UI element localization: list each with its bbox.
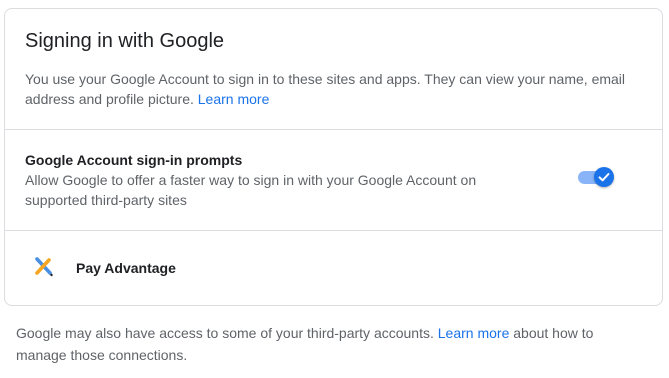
signing-in-with-google-card: Signing in with Google You use your Goog… bbox=[4, 8, 663, 306]
sign-in-prompts-row: Google Account sign-in prompts Allow Goo… bbox=[5, 130, 662, 231]
checkmark-icon bbox=[598, 173, 610, 182]
sign-in-prompts-toggle[interactable] bbox=[576, 166, 614, 188]
app-name: Pay Advantage bbox=[76, 260, 176, 276]
card-description-text: You use your Google Account to sign in t… bbox=[25, 71, 626, 107]
sign-in-prompts-description: Allow Google to offer a faster way to si… bbox=[25, 172, 477, 208]
pay-advantage-logo-icon bbox=[35, 257, 53, 277]
sign-in-prompts-title: Google Account sign-in prompts bbox=[25, 152, 243, 168]
card-description: You use your Google Account to sign in t… bbox=[25, 69, 645, 109]
toggle-knob bbox=[594, 167, 614, 187]
footer-text-before: Google may also have access to some of y… bbox=[16, 325, 434, 341]
third-party-accounts-note: Google may also have access to some of y… bbox=[16, 322, 646, 366]
card-header: Signing in with Google You use your Goog… bbox=[5, 9, 662, 130]
footer-learn-more-link[interactable]: Learn more bbox=[438, 325, 510, 341]
card-title: Signing in with Google bbox=[25, 30, 225, 52]
app-row-pay-advantage[interactable]: Pay Advantage bbox=[5, 231, 662, 305]
learn-more-link[interactable]: Learn more bbox=[198, 91, 270, 107]
